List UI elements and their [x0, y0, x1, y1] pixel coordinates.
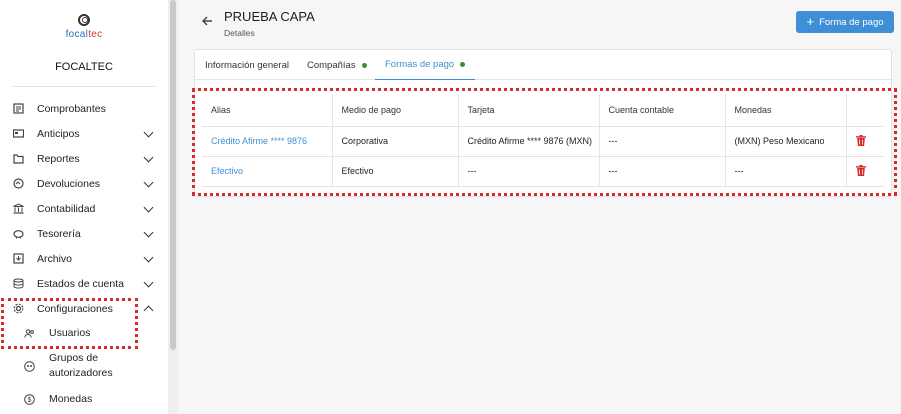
sidebar-item-comprobantes[interactable]: Comprobantes: [0, 96, 168, 121]
sidebar-item-contabilidad[interactable]: Contabilidad: [0, 196, 168, 221]
add-payment-method-button[interactable]: + Forma de pago: [796, 11, 894, 33]
chevron-down-icon: [143, 277, 154, 287]
database-icon: [13, 278, 24, 289]
receipt-icon: [13, 103, 24, 114]
sidebar-scrollbar[interactable]: [170, 0, 176, 350]
svg-text:$: $: [28, 397, 32, 404]
sidebar-divider: [12, 86, 156, 87]
page-title: PRUEBA CAPA: [224, 9, 315, 24]
sidebar: focaltec FOCALTEC Comprobantes Anticipos…: [0, 0, 168, 414]
add-payment-method-label: Forma de pago: [819, 16, 884, 28]
sidebar-item-label: Archivo: [37, 252, 73, 265]
sidebar-subitem-label: Grupos de autorizadores: [49, 351, 113, 381]
logo-mark-icon: [78, 14, 90, 26]
sidebar-item-label: Devoluciones: [37, 177, 101, 190]
status-dot: [460, 62, 466, 67]
sidebar-item-devoluciones[interactable]: Devoluciones: [0, 171, 168, 196]
tab-label: Formas de pago: [385, 59, 455, 70]
group-icon: [24, 360, 35, 372]
archive-icon: [13, 253, 24, 264]
page-subtitle: Detalles: [224, 28, 255, 38]
company-name: FOCALTEC: [55, 61, 113, 73]
sidebar-subitem-label-line2: autorizadores: [49, 367, 113, 379]
logo-text-b: tec: [88, 29, 103, 40]
chevron-down-icon: [143, 127, 154, 137]
folder-icon: [13, 153, 24, 164]
chevron-down-icon: [143, 202, 154, 212]
card-icon: [13, 128, 24, 139]
back-arrow-icon[interactable]: [200, 14, 214, 28]
dollar-icon: $: [24, 393, 35, 405]
chevron-down-icon: [143, 252, 154, 262]
sidebar-subitem-label-line1: Grupos de: [49, 352, 99, 364]
tab-companias[interactable]: Compañías: [307, 50, 367, 80]
sidebar-nav: Comprobantes Anticipos Reportes Devoluci…: [0, 96, 168, 412]
logo-text: focaltec: [0, 29, 168, 40]
main-content: PRUEBA CAPA Detalles + Forma de pago Inf…: [178, 0, 901, 414]
logo-text-a: focal: [65, 29, 89, 40]
bank-icon: [13, 203, 24, 214]
tab-label: Compañías: [307, 59, 356, 71]
sidebar-item-tesoreria[interactable]: Tesorería: [0, 221, 168, 246]
chevron-up-icon: [143, 305, 154, 315]
highlight-box-sidebar: [1, 298, 138, 349]
sidebar-item-estados-de-cuenta[interactable]: Estados de cuenta: [0, 271, 168, 296]
tab-formas-de-pago[interactable]: Formas de pago: [375, 50, 476, 80]
sidebar-subitem-grupos-de-autorizadores[interactable]: Grupos de autorizadores: [0, 346, 168, 386]
sidebar-item-label: Estados de cuenta: [37, 277, 124, 290]
chevron-down-icon: [143, 177, 154, 187]
sidebar-item-label: Tesorería: [37, 227, 81, 240]
sidebar-item-label: Contabilidad: [37, 202, 96, 215]
status-dot: [361, 62, 367, 68]
sidebar-item-label: Anticipos: [37, 127, 80, 140]
sidebar-item-archivo[interactable]: Archivo: [0, 246, 168, 271]
chevron-down-icon: [143, 227, 154, 237]
plus-icon: +: [806, 14, 815, 29]
chevron-down-icon: [143, 152, 154, 162]
sidebar-item-label: Comprobantes: [37, 102, 106, 115]
logo: focaltec: [0, 14, 168, 40]
return-icon: [13, 178, 24, 189]
sidebar-item-label: Reportes: [37, 152, 80, 165]
sidebar-subitem-monedas[interactable]: $ Monedas: [0, 386, 168, 412]
tab-label: Información general: [205, 59, 289, 71]
sidebar-subitem-label: Monedas: [49, 392, 93, 405]
tab-informacion-general[interactable]: Información general: [205, 50, 289, 80]
tab-bar: Información general Compañías Formas de …: [195, 50, 891, 80]
sidebar-item-reportes[interactable]: Reportes: [0, 146, 168, 171]
sidebar-item-anticipos[interactable]: Anticipos: [0, 121, 168, 146]
piggy-bank-icon: [13, 228, 24, 239]
highlight-box-table: [192, 88, 897, 196]
